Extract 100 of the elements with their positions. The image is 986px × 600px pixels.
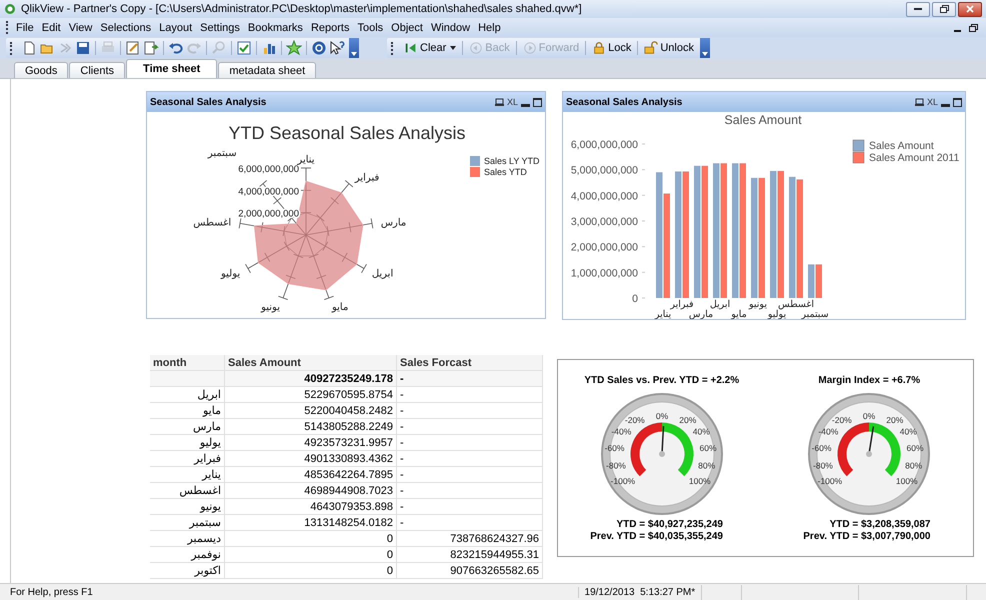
unlock-button[interactable]: Unlock (641, 39, 697, 57)
table-cell: - (397, 515, 543, 531)
table-cell: 738768624327.96 (397, 531, 543, 547)
menu-item[interactable]: Window (430, 22, 478, 34)
close-icon (966, 5, 974, 13)
caret-icon (450, 46, 456, 50)
clear-icon (404, 41, 418, 55)
legend-label: Sales YTD (484, 167, 527, 177)
gauge-tick-label: -80% (606, 460, 626, 471)
print-icon[interactable] (914, 98, 924, 106)
gauge-needle (658, 426, 665, 457)
gauge-tick-label: 80% (698, 460, 715, 471)
gauge-tick-label: -60% (604, 443, 624, 454)
legend-label: Sales Amount 2011 (869, 152, 960, 164)
maximize-icon[interactable] (953, 98, 962, 106)
restore-icon[interactable] (969, 24, 978, 32)
category-label: يناير (654, 309, 672, 319)
menu-item[interactable]: Tools (357, 22, 392, 34)
category-label: مايو (731, 309, 747, 319)
gauge-tick-label: -40% (818, 426, 838, 437)
sheet-tab[interactable]: Clients (69, 62, 126, 78)
help-icon[interactable] (310, 39, 328, 57)
column-header[interactable]: Sales Amount (225, 355, 397, 371)
gauge-tick-label: -40% (611, 426, 631, 437)
category-label: سبتمبر (801, 309, 829, 319)
toolbar-options-button[interactable] (700, 38, 710, 58)
menu-item[interactable]: File (16, 22, 42, 34)
legend-swatch (852, 140, 864, 152)
menu-item[interactable]: Settings (200, 22, 248, 34)
app-icon (4, 3, 16, 15)
chart-title: Sales Amount (724, 113, 802, 127)
minimize-icon (914, 8, 922, 10)
table-cell: 4698944908.7023 (225, 483, 397, 499)
padlock-icon (592, 41, 606, 55)
total-cell: 40927235249.178 (225, 371, 397, 387)
gauge-tick-label: -100% (610, 476, 635, 486)
axis-label: مايو (332, 302, 348, 313)
sheet-tab[interactable]: Goods (14, 62, 68, 78)
caption-title: Seasonal Sales Analysis (150, 96, 268, 108)
axis-label: يوليو (221, 268, 240, 280)
clear-button[interactable]: Clear (401, 39, 460, 57)
table-cell: - (397, 483, 543, 499)
axis-label: ابريل (372, 268, 394, 280)
star-icon[interactable] (285, 39, 303, 57)
table-cell: 823215944955.31 (397, 547, 543, 563)
excel-export-button[interactable]: XL (506, 97, 518, 107)
axis-label: سبتمبر (208, 148, 237, 159)
table-cell: فبراير (150, 451, 225, 467)
table-cell: اغسطس (150, 483, 225, 499)
table-cell: - (397, 499, 543, 515)
axis-tick-label: 6,000,000,000 (570, 139, 638, 151)
legend-label: Sales LY YTD (484, 156, 540, 166)
gauge-tick-label: 40% (692, 426, 710, 437)
gauge-tick-label: 20% (886, 415, 904, 426)
restore-icon (940, 5, 948, 13)
sheet-tab[interactable]: metadata sheet (218, 62, 316, 78)
table-cell: 5229670595.8754 (225, 387, 397, 403)
menu-item[interactable]: Help (478, 22, 509, 34)
pointer-help-icon[interactable] (328, 39, 346, 57)
excel-export-button[interactable]: XL (926, 97, 938, 107)
menu-item[interactable]: Selections (100, 22, 160, 34)
menu-item[interactable]: Edit (42, 22, 69, 34)
print-icon[interactable] (494, 98, 504, 106)
maximize-icon[interactable] (533, 98, 542, 106)
checkbox-icon[interactable] (235, 39, 253, 57)
table-cell: مايو (150, 403, 225, 419)
axis-label: يناير (297, 154, 315, 166)
table-cell: - (397, 387, 543, 403)
menu-item[interactable]: Bookmarks (248, 22, 311, 34)
toolbar-options-button[interactable] (349, 38, 359, 58)
table-cell: سبتمبر (150, 515, 225, 531)
minimize-button[interactable] (906, 2, 930, 16)
gauge-value: Prev. YTD = $40,035,355,249 (589, 531, 723, 543)
sheet-tab[interactable]: Time sheet (126, 59, 218, 78)
close-button[interactable] (958, 2, 982, 16)
table-cell: 0 (225, 563, 397, 579)
legend-label: Sales Amount (869, 140, 934, 152)
gauge-value: Prev. YTD = $3,007,790,000 (802, 531, 930, 543)
gauge-title: Margin Index = +6.7% (818, 375, 920, 386)
table-cell: 4853642264.7895 (225, 467, 397, 483)
gauge-tick-label: -100% (818, 476, 842, 486)
gauge-needle (866, 426, 874, 457)
page-arrow-icon[interactable] (142, 39, 160, 57)
table-cell: 1313148254.0182 (225, 515, 397, 531)
gauge-tick-label: 20% (679, 415, 696, 426)
table-cell: 907663265582.65 (397, 563, 543, 579)
lock-button[interactable]: Lock (589, 39, 634, 57)
table-cell: 4923573231.9957 (225, 435, 397, 451)
menu-item[interactable]: Reports (310, 22, 358, 34)
menu-item[interactable]: View (68, 22, 100, 34)
status-text: For Help, press F1 (9, 586, 94, 598)
column-header[interactable]: month (150, 355, 225, 371)
caption-title: Seasonal Sales Analysis (566, 96, 684, 108)
axis-tick-label: 4,000,000,000 (570, 190, 638, 202)
gauge-tick-label: 60% (906, 443, 924, 454)
axis-tick-label: 2,000,000,000 (570, 242, 638, 254)
restore-button[interactable] (932, 2, 956, 16)
column-header[interactable]: Sales Forcast (397, 355, 543, 371)
menu-item[interactable]: Layout (159, 22, 200, 34)
menu-item[interactable]: Object (391, 22, 431, 34)
